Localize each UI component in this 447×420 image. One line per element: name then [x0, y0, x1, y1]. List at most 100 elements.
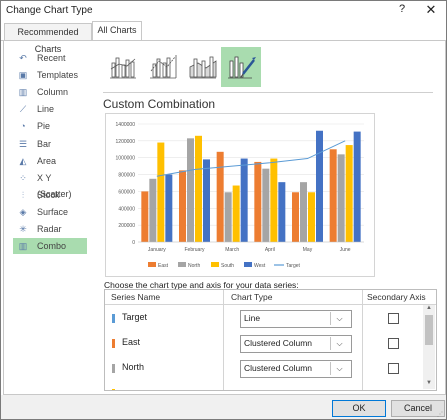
x-tick-label: February [184, 247, 205, 253]
y-tick-label: 400000 [118, 206, 135, 212]
sidebar-item-surface[interactable]: ◈ Surface [13, 204, 87, 220]
bar-north [300, 182, 307, 242]
stock-chart-icon: ⫶ [21, 189, 25, 200]
resize-grip-icon[interactable]: ⋰ [437, 411, 443, 418]
bar-south [270, 158, 278, 242]
bar-south [195, 135, 202, 242]
legend-label: South [221, 263, 234, 269]
legend-label: Target [286, 263, 301, 269]
scatter-chart-icon: ⁘ [19, 172, 27, 183]
bar-north [149, 178, 157, 242]
sidebar-item-x-y-scatter[interactable]: ⁘ X Y (Scatter) [13, 170, 87, 199]
sidebar-item-combo[interactable]: ▥ Combo [13, 238, 87, 255]
bar-north [262, 168, 270, 242]
y-tick-label: 1000000 [116, 156, 136, 162]
secondary-axis-checkbox[interactable] [388, 363, 399, 374]
chart-type-select[interactable]: Clustered Column ⌵ [240, 335, 352, 353]
close-button[interactable]: ✕ [424, 2, 438, 18]
sidebar-item-radar[interactable]: ✳ Radar [13, 221, 87, 237]
bar-east [141, 191, 149, 242]
sidebar-item-bar[interactable]: ☰ Bar [13, 136, 87, 152]
bar-west [240, 158, 248, 242]
series-color-swatch [112, 314, 115, 323]
title-bar: Change Chart Type ? ✕ [1, 1, 446, 21]
surface-chart-icon: ◈ [19, 206, 27, 217]
sidebar-item-stock[interactable]: ⫶ Stock [13, 187, 87, 203]
chevron-down-icon[interactable]: ⌵ [330, 337, 348, 350]
sidebar-item-label: Templates [37, 70, 79, 81]
sidebar-item-label: Column [37, 87, 69, 98]
chart-type-select[interactable]: Line ⌵ [240, 310, 352, 328]
series-name: North [122, 362, 145, 372]
sidebar-item-column[interactable]: ▥ Column [13, 84, 87, 100]
help-button[interactable]: ? [396, 3, 408, 17]
sidebar-item-label: Recent [37, 53, 66, 63]
bar-south [345, 145, 353, 242]
series-row: East Clustered Column ⌵ [105, 332, 423, 357]
y-tick-label: 1400000 [116, 122, 136, 128]
series-color-swatch [112, 364, 115, 373]
sidebar-item-label: Radar [37, 224, 62, 234]
sidebar-item-recent[interactable]: ↶ Recent [13, 50, 87, 66]
bar-south [232, 185, 240, 242]
secondary-axis-header: Secondary Axis [367, 292, 426, 302]
scroll-up-icon[interactable]: ▲ [423, 305, 435, 314]
combo-chart-icon: ▥ [18, 241, 28, 252]
sidebar-item-pie[interactable]: ◔ Pie [13, 118, 87, 134]
sidebar-item-area[interactable]: ◭ Area [13, 153, 87, 169]
subtype-heading: Custom Combination [103, 97, 216, 111]
tab-recommended-charts[interactable]: Recommended Charts [4, 23, 92, 54]
chart-type-value: Clustered Column [244, 363, 313, 373]
recent-icon: ↶ [19, 53, 27, 63]
chart-type-value: Clustered Column [244, 338, 313, 348]
chart-type-value: Line [244, 313, 261, 323]
bar-east [292, 192, 299, 242]
x-tick-label: May [303, 247, 313, 253]
line-chart-icon: ⟋ [19, 104, 27, 115]
series-name-header: Series Name [111, 292, 161, 302]
sidebar-item-label: Area [37, 155, 57, 166]
sidebar-item-label: Bar [37, 138, 52, 149]
sidebar-item-line[interactable]: ⟋ Line [13, 101, 87, 117]
chevron-down-icon[interactable]: ⌵ [330, 362, 348, 375]
bar-west [203, 159, 210, 242]
bar-east [179, 170, 186, 242]
series-row [105, 382, 423, 390]
x-tick-label: April [265, 247, 275, 253]
secondary-axis-checkbox[interactable] [388, 338, 399, 349]
bar-north [224, 192, 232, 242]
sidebar-item-templates[interactable]: ▣ Templates [13, 67, 87, 83]
series-color-swatch [112, 389, 115, 390]
bar-chart-icon: ☰ [18, 138, 28, 149]
bar-west [165, 174, 173, 242]
ok-button[interactable]: OK [332, 400, 386, 417]
y-tick-label: 600000 [118, 189, 135, 195]
x-tick-label: March [225, 247, 239, 253]
scroll-down-icon[interactable]: ▼ [423, 380, 435, 389]
sidebar-item-label: Stock [37, 189, 60, 200]
bar-north [187, 138, 194, 242]
custom-combination-icon[interactable] [221, 47, 261, 87]
sidebar-item-label: Pie [37, 121, 51, 132]
chart-type-header: Chart Type [231, 292, 273, 302]
clustered-column-line-icon[interactable] [105, 49, 141, 85]
bar-west [353, 131, 361, 242]
gallery-divider [103, 92, 433, 93]
change-chart-type-dialog: Change Chart Type ? ✕ Recommended Charts… [0, 0, 447, 420]
tab-all-charts[interactable]: All Charts [92, 21, 142, 41]
header-divider [105, 304, 436, 305]
pie-chart-icon: ◔ [20, 121, 26, 132]
bar-east [329, 149, 337, 242]
legend-label: West [254, 263, 266, 269]
series-scrollbar[interactable]: ▲ ▼ [423, 305, 435, 389]
stacked-area-clustered-column-icon[interactable] [185, 49, 221, 85]
chevron-down-icon[interactable]: ⌵ [330, 312, 348, 325]
clustered-column-line-secondary-icon[interactable] [145, 49, 181, 85]
chart-type-select[interactable]: Clustered Column ⌵ [240, 360, 352, 378]
combo-chart: 1400000 1200000 1000000 800000 600000 400000 2… [116, 122, 364, 269]
secondary-axis-checkbox[interactable] [388, 313, 399, 324]
bar-north [337, 154, 345, 242]
scroll-thumb[interactable] [425, 315, 433, 345]
y-tick-label: 200000 [118, 223, 135, 229]
bar-east [254, 161, 262, 242]
